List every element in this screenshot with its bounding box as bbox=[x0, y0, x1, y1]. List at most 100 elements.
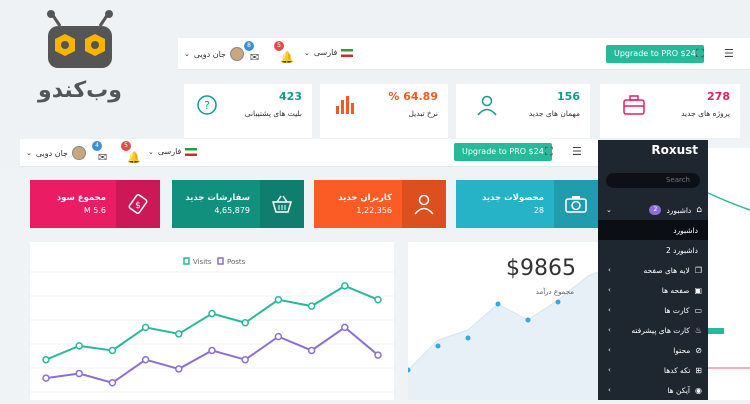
sidebar-item-snippets[interactable]: ‹ تکه کدها ⊞ bbox=[598, 360, 708, 380]
watermark-text: وب‌کندو bbox=[38, 78, 122, 103]
sidebar-item-dashboard[interactable]: ⌄ 2 داشبورد ⌂ bbox=[598, 200, 708, 220]
file-icon: ▣ bbox=[694, 285, 702, 295]
sidebar-subitem-dashboard1[interactable]: داشبورد bbox=[598, 220, 708, 240]
data-point bbox=[555, 299, 561, 305]
sidebar-item-advanced-cards[interactable]: ‹ کارت های پیشرفته ♨ bbox=[598, 320, 708, 340]
front-bell-button[interactable]: 🔔 5 bbox=[121, 141, 141, 165]
svg-text:?: ? bbox=[204, 99, 210, 112]
bell-icon: 🔔 bbox=[127, 151, 141, 164]
sidebar-item-label: تکه کدها bbox=[663, 365, 691, 375]
chevron-down-icon: ⌄ bbox=[148, 147, 154, 156]
menu-icon[interactable]: ☰ bbox=[572, 145, 582, 159]
back-bell-badge: 5 bbox=[274, 41, 284, 51]
iran-flag-icon bbox=[185, 147, 198, 156]
svg-text:$: $ bbox=[135, 201, 141, 211]
card-icon: ▭ bbox=[694, 305, 702, 315]
help-icon: ? bbox=[197, 95, 217, 115]
data-point bbox=[465, 335, 471, 341]
eye-icon: ◉ bbox=[695, 385, 702, 395]
data-point bbox=[341, 323, 349, 332]
data-point bbox=[108, 346, 117, 355]
data-point bbox=[241, 319, 249, 327]
back-top-bar: ⌄ جان دویی ✉ 8 🔔 5 ⌄ فارسی Upgrade to PR… bbox=[178, 38, 750, 70]
sidebar-subitem-dashboard2[interactable]: داشبورد 2 bbox=[598, 240, 708, 260]
sidebar-search-input[interactable] bbox=[606, 172, 700, 188]
sidebar-item-pages[interactable]: ‹ صفحه ها ▣ bbox=[598, 280, 708, 300]
card-profit: مجموع سود M 5.6 $ bbox=[30, 180, 160, 228]
front-user-name: جان دویی bbox=[35, 148, 68, 158]
line-chart: Visits Posts bbox=[30, 257, 394, 393]
sidebar-item-cards[interactable]: ‹ کارت ها ▭ bbox=[598, 300, 708, 320]
chevron-down-icon: ⌄ bbox=[304, 48, 310, 57]
data-point bbox=[141, 355, 150, 364]
avatar bbox=[72, 146, 86, 160]
front-upgrade-button[interactable]: Upgrade to PRO $24 bbox=[454, 143, 552, 161]
front-user-menu[interactable]: ⌄ جان دویی bbox=[26, 146, 86, 160]
copy-icon: ❐ bbox=[694, 265, 702, 275]
card-value: 4,65,879 bbox=[214, 206, 250, 215]
mail-icon: ✉ bbox=[250, 51, 260, 64]
card-products: محصولات جدید 28 bbox=[456, 180, 598, 228]
fullscreen-icon[interactable]: ⛶ bbox=[696, 47, 704, 61]
line-chart-panel: Visits Posts bbox=[30, 242, 394, 400]
sidebar-item-label: صفحه ها bbox=[661, 285, 690, 295]
sidebar-item-label: محتوا bbox=[673, 345, 691, 355]
data-point bbox=[75, 369, 83, 378]
data-point bbox=[307, 346, 316, 355]
card-users: کاربران جدید 1,22,356 bbox=[314, 180, 446, 228]
sidebar-item-layouts[interactable]: ‹ لایه های صفحه ❐ bbox=[598, 260, 708, 280]
back-language-label: فارسی bbox=[313, 48, 338, 57]
data-point bbox=[108, 379, 117, 387]
menu-icon[interactable]: ☰ bbox=[724, 47, 734, 61]
flame-icon: ♨ bbox=[694, 325, 702, 335]
card-title: محصولات جدید bbox=[481, 193, 544, 203]
chevron-down-icon: ⌄ bbox=[26, 149, 32, 157]
sidebar-item-label: داشبورد bbox=[666, 205, 692, 215]
data-point bbox=[374, 295, 382, 304]
back-user-menu[interactable]: ⌄ جان دویی bbox=[184, 47, 244, 61]
stat-card-projects: 278 پروژه های جدید bbox=[600, 84, 740, 138]
bar-chart-icon bbox=[336, 96, 354, 114]
sidebar-item-content[interactable]: ‹ محتوا ⊘ bbox=[598, 340, 708, 360]
mail-icon: ✉ bbox=[98, 151, 108, 164]
card-value: 28 bbox=[533, 206, 544, 215]
back-bell-button[interactable]: 🔔 5 bbox=[274, 41, 294, 65]
chevron-left-icon: ‹ bbox=[608, 346, 611, 354]
sidebar-item-icons[interactable]: ‹ آیکن ها ◉ bbox=[598, 380, 708, 400]
front-mail-badge: 4 bbox=[92, 141, 102, 151]
card-orders: سفارشات جدید 4,65,879 bbox=[172, 180, 304, 228]
card-title: مجموع سود bbox=[56, 193, 106, 203]
camera-icon bbox=[554, 180, 598, 228]
card-title: کاربران جدید bbox=[338, 193, 392, 203]
front-language-select[interactable]: ⌄ فارسی bbox=[148, 147, 198, 156]
card-title: سفارشات جدید bbox=[185, 193, 250, 203]
sidebar-item-label: کارت های پیشرفته bbox=[631, 325, 690, 335]
avatar bbox=[230, 47, 244, 61]
data-point bbox=[175, 365, 183, 373]
data-point bbox=[241, 355, 249, 364]
data-point bbox=[274, 295, 283, 304]
earnings-value: $9865 bbox=[506, 256, 576, 281]
fullscreen-icon[interactable]: ⛶ bbox=[545, 145, 553, 159]
back-upgrade-button[interactable]: Upgrade to PRO $24 bbox=[606, 45, 704, 63]
data-point bbox=[341, 282, 349, 290]
tag-icon: $ bbox=[116, 180, 160, 228]
legend-swatch bbox=[217, 257, 224, 265]
back-user-name: جان دویی bbox=[193, 49, 226, 59]
front-mail-button[interactable]: ✉ 4 bbox=[92, 141, 108, 165]
earnings-label: مجموع درآمد bbox=[535, 288, 574, 296]
chevron-left-icon: ‹ bbox=[608, 306, 611, 314]
back-mail-button[interactable]: ✉ 8 bbox=[244, 41, 260, 65]
data-point bbox=[374, 351, 382, 359]
legend-label: Visits bbox=[193, 258, 212, 266]
sidebar-item-label: داشبورد 2 bbox=[666, 245, 698, 255]
data-point bbox=[495, 301, 501, 307]
back-language-select[interactable]: ⌄ فارسی bbox=[304, 48, 354, 57]
chevron-left-icon: ‹ bbox=[608, 386, 611, 394]
front-top-bar: ⌄ جان دویی ✉ 4 🔔 5 ⌄ فارسی Upgrade to PR… bbox=[20, 139, 600, 167]
circle-icon: ⊘ bbox=[695, 345, 702, 355]
sidebar-item-label: لایه های صفحه bbox=[643, 265, 690, 275]
watermark-logo: وب‌کندو bbox=[30, 8, 130, 118]
chevron-left-icon: ‹ bbox=[608, 266, 611, 274]
series-line-posts bbox=[45, 326, 379, 384]
